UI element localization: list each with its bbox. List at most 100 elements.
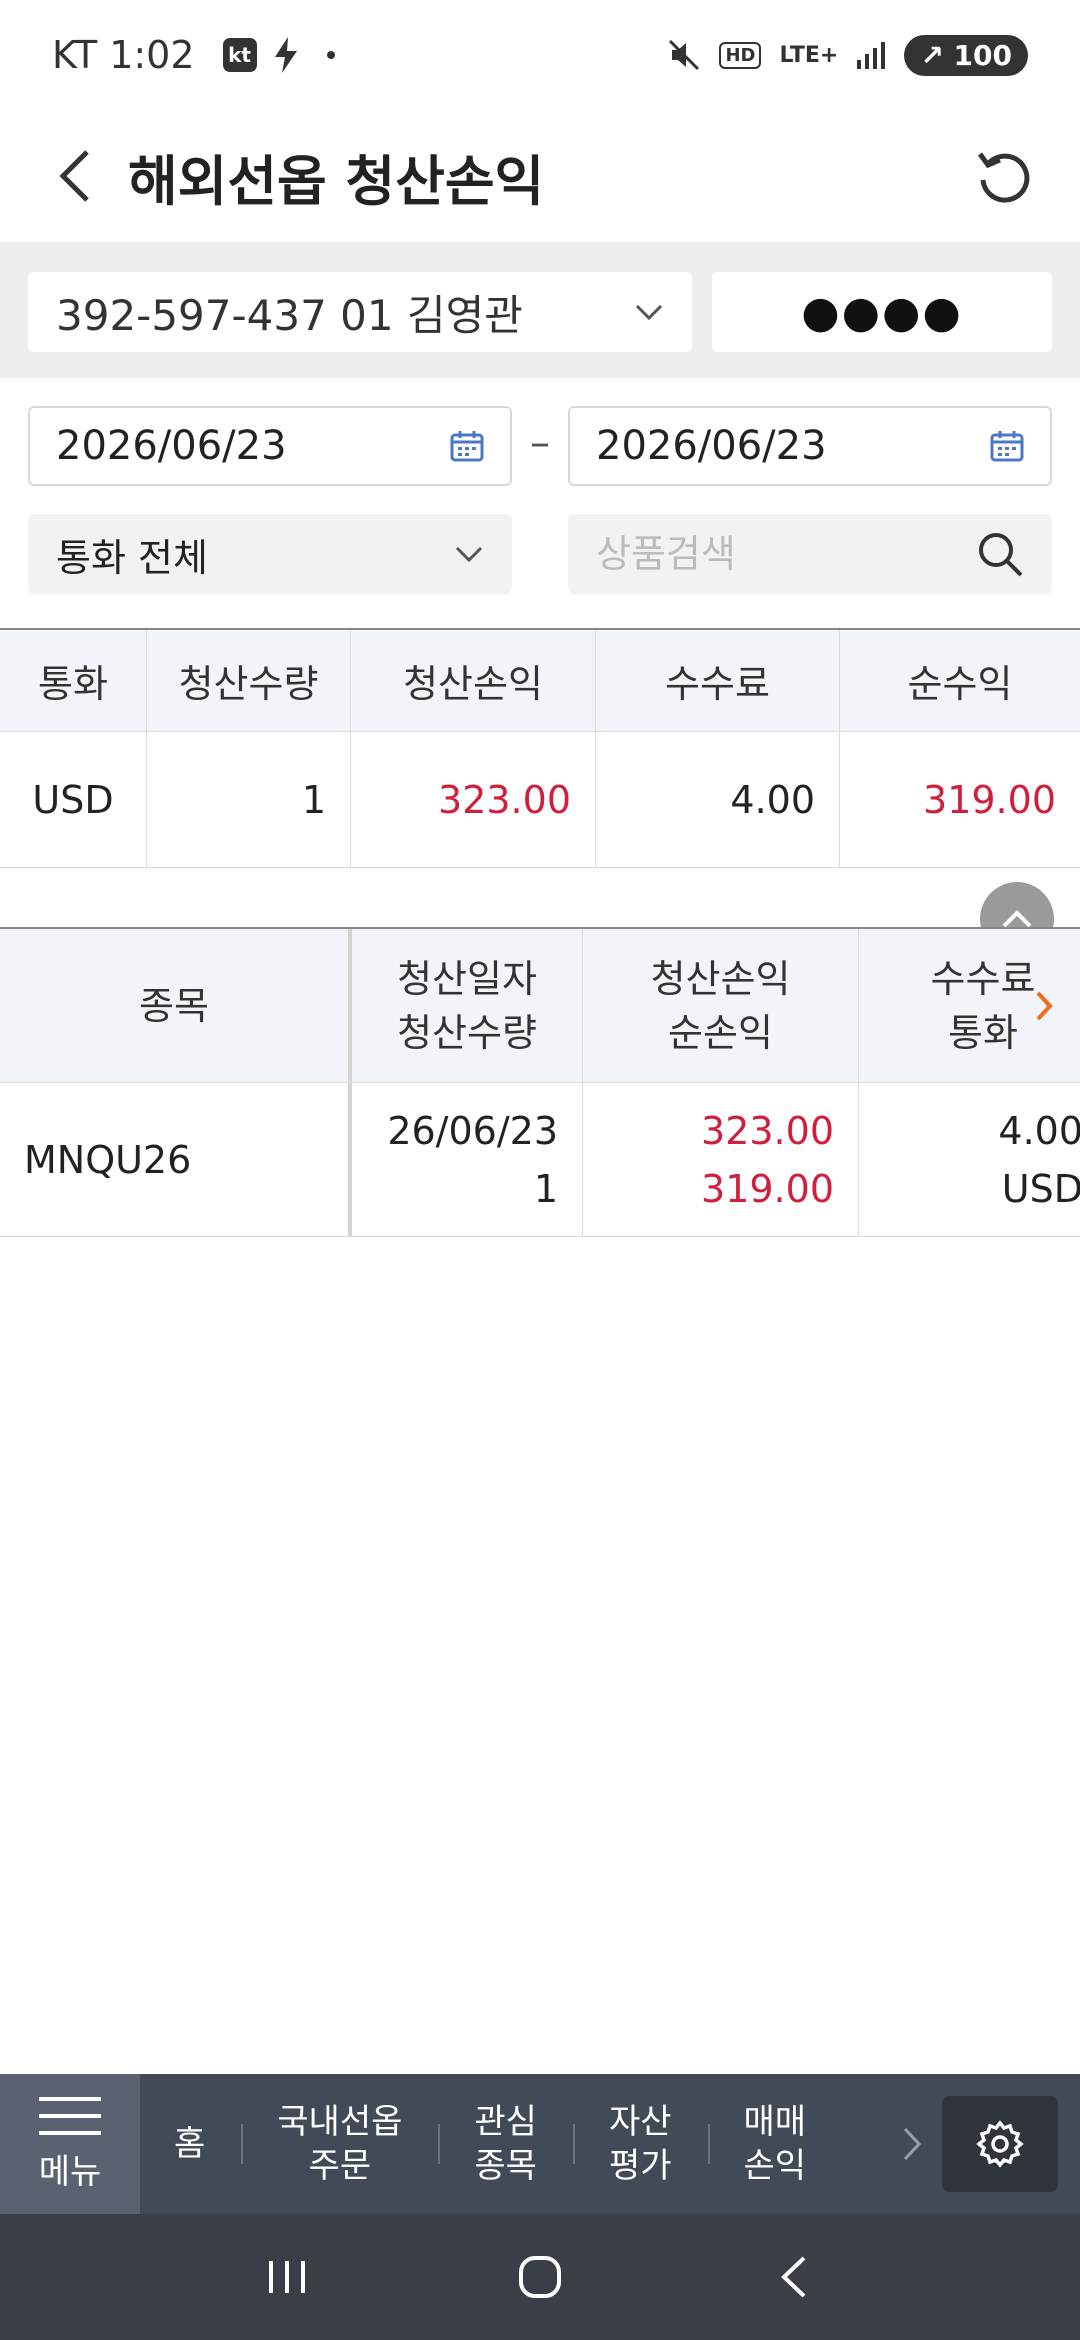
- detail-header-pnl: 청산손익: [650, 956, 791, 1001]
- nav-item-domestic-order[interactable]: 국내선옵 주문: [241, 2074, 438, 2214]
- recent-apps-icon: [268, 2261, 305, 2293]
- home-icon: [518, 2256, 561, 2298]
- table-row[interactable]: MNQU26 26/06/23 1 323.00 319.00 4.00 USD: [0, 1083, 1080, 1237]
- summary-table: 통화 청산수량 청산손익 수수료 순수익 USD 1 323.00 4.00 3…: [0, 628, 1080, 868]
- status-time: 1:02: [109, 33, 195, 77]
- gear-icon: [976, 2120, 1024, 2168]
- search-icon[interactable]: [976, 530, 1024, 578]
- status-bar: KT 1:02 kt HD LTE+ ↗ 100: [0, 0, 1080, 110]
- charging-bolt-icon: [274, 37, 297, 73]
- product-search-box[interactable]: [568, 514, 1052, 594]
- detail-table: 종목 청산일자 청산수량 청산손익 순손익 수수료 통화 MNQU26 26/0…: [0, 927, 1080, 1237]
- detail-pnl: 323.00: [701, 1108, 834, 1153]
- summary-header-row: 통화 청산수량 청산손익 수수료 순수익: [0, 630, 1080, 732]
- detail-date: 26/06/23: [387, 1108, 558, 1153]
- home-button[interactable]: [480, 2237, 600, 2317]
- menu-button[interactable]: 메뉴: [0, 2074, 140, 2214]
- detail-symbol-cell: MNQU26: [0, 1083, 352, 1236]
- bottom-nav: 메뉴 홈 국내선옵 주문 관심 종목 자산 평가 매매 손익: [0, 2074, 1080, 2214]
- header: 해외선옵 청산손익: [0, 110, 1080, 242]
- battery-badge: ↗ 100: [904, 34, 1028, 76]
- hamburger-icon: [39, 2096, 101, 2135]
- summary-pnl: 323.00: [351, 732, 596, 867]
- chevron-down-icon: [635, 304, 663, 321]
- summary-currency: USD: [0, 732, 147, 867]
- summary-quantity: 1: [147, 732, 351, 867]
- summary-header-quantity: 청산수량: [147, 630, 351, 731]
- nav-item-label-2: 종목: [474, 2146, 537, 2186]
- detail-date-cell: 26/06/23 1: [352, 1083, 583, 1236]
- nav-item-home[interactable]: 홈: [140, 2074, 241, 2214]
- nav-more-button[interactable]: [882, 2074, 942, 2214]
- nav-item-label: 자산: [608, 2102, 672, 2142]
- product-search-input[interactable]: [596, 532, 956, 576]
- summary-net: 319.00: [923, 777, 1056, 822]
- date-separator: –: [530, 420, 550, 466]
- summary-header-pnl: 청산손익: [351, 630, 596, 731]
- nav-item-label-2: 손익: [743, 2146, 807, 2186]
- lte-label: LTE+: [779, 42, 839, 68]
- account-bar: 392-597-437 01 김영관 ●●●●: [0, 242, 1080, 378]
- refresh-button[interactable]: [964, 136, 1044, 216]
- back-icon: [781, 2256, 806, 2298]
- detail-currency: USD: [1001, 1166, 1080, 1211]
- summary-header-currency: 통화: [0, 630, 147, 731]
- kt-app-icon: kt: [222, 38, 257, 72]
- detail-header-symbol-cell: 종목: [0, 929, 352, 1082]
- nav-items: 홈 국내선옵 주문 관심 종목 자산 평가 매매 손익: [140, 2074, 882, 2214]
- nav-item-trade-pnl[interactable]: 매매 손익: [707, 2074, 843, 2214]
- summary-header-net: 순수익: [907, 662, 1013, 706]
- date-to-field[interactable]: 2026/06/23: [568, 406, 1052, 486]
- nav-item-watchlist[interactable]: 관심 종목: [438, 2074, 573, 2214]
- recent-apps-button[interactable]: [227, 2237, 347, 2317]
- date-from-field[interactable]: 2026/06/23: [28, 406, 512, 486]
- back-button[interactable]: [30, 126, 120, 226]
- currency-select-value: 통화 전체: [56, 535, 208, 580]
- summary-row: USD 1 323.00 4.00 319.00: [0, 732, 1080, 868]
- nav-item-label: 매매: [743, 2102, 807, 2142]
- system-back-button[interactable]: [733, 2237, 853, 2317]
- nav-item-label: 관심: [474, 2102, 537, 2142]
- page-title: 해외선옵 청산손익: [128, 149, 545, 213]
- account-select[interactable]: 392-597-437 01 김영관: [28, 272, 692, 352]
- detail-header-net: 순손익: [668, 1010, 773, 1055]
- detail-header-date: 청산일자: [397, 956, 537, 1001]
- detail-pnl-cell: 323.00 319.00: [583, 1083, 859, 1236]
- menu-label: 메뉴: [38, 2151, 102, 2192]
- mute-icon: [669, 39, 700, 71]
- notification-dot-icon: [326, 51, 335, 59]
- detail-fee-cell: 4.00 USD: [859, 1083, 1080, 1236]
- nav-item-label-2: 주문: [308, 2146, 372, 2186]
- detail-header-row: 종목 청산일자 청산수량 청산손익 순손익 수수료 통화: [0, 929, 1080, 1083]
- system-nav-bar: [0, 2214, 1080, 2340]
- calendar-icon[interactable]: [450, 430, 484, 462]
- summary-header-fee: 수수료: [596, 630, 840, 731]
- scroll-right-arrow-icon[interactable]: [1034, 989, 1054, 1023]
- date-to-value: 2026/06/23: [596, 423, 827, 469]
- chevron-right-icon: [903, 2127, 922, 2161]
- nav-item-label: 홈: [174, 2124, 206, 2164]
- currency-select[interactable]: 통화 전체: [28, 514, 512, 594]
- password-field[interactable]: ●●●●: [712, 272, 1052, 352]
- signal-icon: [857, 42, 886, 69]
- nav-item-asset-eval[interactable]: 자산 평가: [572, 2074, 708, 2214]
- chevron-up-icon: [1002, 910, 1032, 928]
- detail-header-date-cell: 청산일자 청산수량: [352, 929, 583, 1082]
- hd-icon: HD: [719, 41, 762, 69]
- detail-fee: 4.00: [998, 1108, 1080, 1153]
- carrier-label: KT: [52, 33, 98, 77]
- battery-level: 100: [953, 38, 1012, 72]
- detail-header-fee: 수수료: [930, 956, 1036, 1001]
- detail-quantity: 1: [533, 1166, 558, 1211]
- settings-button[interactable]: [942, 2096, 1058, 2192]
- detail-header-currency: 통화: [948, 1010, 1018, 1055]
- detail-header-quantity: 청산수량: [397, 1010, 537, 1055]
- detail-header-symbol: 종목: [139, 983, 209, 1028]
- chevron-down-icon: [455, 546, 483, 563]
- detail-header-pnl-cell: 청산손익 순손익: [583, 929, 859, 1082]
- detail-net: 319.00: [701, 1166, 834, 1211]
- calendar-icon[interactable]: [990, 430, 1024, 462]
- date-from-value: 2026/06/23: [56, 423, 287, 469]
- summary-fee: 4.00: [596, 732, 840, 867]
- back-arrow-icon: [59, 150, 89, 202]
